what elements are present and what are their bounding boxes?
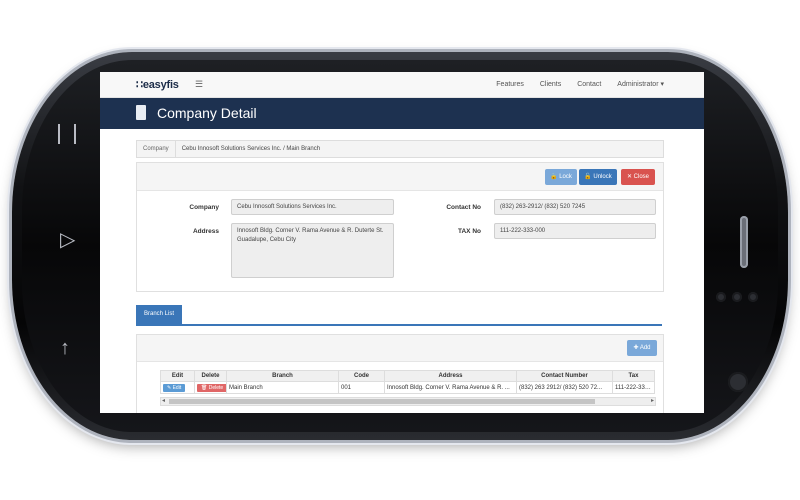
col-branch: Branch bbox=[226, 370, 339, 382]
tax-label: TAX No bbox=[458, 228, 481, 235]
nav-features[interactable]: Features bbox=[496, 81, 524, 88]
screen: ∷easyfis ☰ Features Clients Contact Admi… bbox=[100, 72, 704, 413]
unlock-button[interactable]: 🔓 Unlock bbox=[579, 169, 617, 185]
table-row: ✎ Edit 🗑 Delete Main Branch 001 Innosoft… bbox=[160, 381, 655, 394]
edit-cell: ✎ Edit bbox=[160, 381, 195, 394]
contact-field[interactable]: (832) 263-2912/ (832) 520 7245 bbox=[494, 199, 656, 215]
home-key-icon[interactable]: ↑ bbox=[60, 338, 70, 358]
sensor-icon bbox=[716, 292, 726, 302]
col-edit: Edit bbox=[160, 370, 195, 382]
side-button[interactable] bbox=[740, 216, 748, 268]
nav-administrator[interactable]: Administrator ▾ bbox=[617, 81, 664, 88]
tab-branch-list[interactable]: Branch List bbox=[136, 305, 182, 324]
cell-contact: (832) 263 2912/ (832) 520 72... bbox=[516, 381, 613, 394]
back-key-icon[interactable]: ▷ bbox=[60, 230, 75, 250]
breadcrumb: Company Cebu Innosoft Solutions Services … bbox=[136, 140, 664, 158]
scroll-left-icon[interactable]: ◂ bbox=[162, 397, 165, 404]
breadcrumb-value: Cebu Innosoft Solutions Services Inc. / … bbox=[181, 146, 321, 152]
hamburger-icon[interactable]: ☰ bbox=[195, 79, 203, 90]
sensor-icon bbox=[732, 292, 742, 302]
col-delete: Delete bbox=[194, 370, 227, 382]
col-address: Address bbox=[384, 370, 517, 382]
horizontal-scrollbar[interactable]: ◂ ▸ bbox=[160, 397, 656, 406]
company-label: Company bbox=[189, 204, 219, 211]
contact-label: Contact No bbox=[446, 204, 481, 211]
nav-clients[interactable]: Clients bbox=[540, 81, 561, 88]
edit-row-button[interactable]: ✎ Edit bbox=[163, 383, 186, 392]
address-label: Address bbox=[192, 228, 219, 235]
camera-icon bbox=[728, 372, 748, 392]
col-tax: Tax bbox=[612, 370, 655, 382]
delete-cell: 🗑 Delete bbox=[194, 381, 227, 394]
cell-code: 001 bbox=[338, 381, 385, 394]
lock-button[interactable]: 🔒 Lock bbox=[545, 169, 577, 185]
top-navbar: ∷easyfis ☰ Features Clients Contact Admi… bbox=[100, 72, 704, 98]
company-field[interactable]: Cebu Innosoft Solutions Services Inc. bbox=[231, 199, 394, 215]
add-button[interactable]: ✚ Add bbox=[627, 340, 657, 356]
delete-row-button[interactable]: 🗑 Delete bbox=[197, 383, 226, 392]
logo[interactable]: ∷easyfis bbox=[136, 78, 179, 91]
address-field[interactable]: Innosoft Bldg. Corner V. Rama Avenue & R… bbox=[231, 223, 394, 278]
page-title: Company Detail bbox=[157, 105, 257, 121]
panel-toolbar: 🔒 Lock 🔓 Unlock ✕ Close bbox=[137, 163, 663, 191]
breadcrumb-label: Company bbox=[137, 141, 176, 157]
page-banner: Company Detail bbox=[100, 98, 704, 129]
cell-address: Innosoft Bldg. Corner V. Rama Avenue & R… bbox=[384, 381, 517, 394]
col-contact: Contact Number bbox=[516, 370, 613, 382]
col-code: Code bbox=[338, 370, 385, 382]
menu-key-icon[interactable] bbox=[58, 124, 76, 144]
document-icon bbox=[136, 105, 146, 120]
sensor-icon bbox=[748, 292, 758, 302]
branch-table: Edit Delete Branch Code Address Contact … bbox=[160, 370, 655, 394]
nav-contact[interactable]: Contact bbox=[577, 81, 601, 88]
company-panel: 🔒 Lock 🔓 Unlock ✕ Close Company Cebu Inn… bbox=[136, 162, 664, 292]
tax-field[interactable]: 111-222-333-000 bbox=[494, 223, 656, 239]
close-button[interactable]: ✕ Close bbox=[621, 169, 655, 185]
nav-links: Features Clients Contact Administrator ▾ bbox=[482, 80, 664, 88]
table-header-row: Edit Delete Branch Code Address Contact … bbox=[160, 370, 655, 382]
cell-tax: 111-222-333... bbox=[612, 381, 655, 394]
branch-list-toolbar: ✚ Add bbox=[137, 335, 663, 362]
scroll-right-icon[interactable]: ▸ bbox=[651, 397, 654, 404]
cell-branch: Main Branch bbox=[226, 381, 339, 394]
tab-bar: Branch List bbox=[136, 304, 662, 326]
scrollbar-thumb[interactable] bbox=[169, 399, 595, 404]
